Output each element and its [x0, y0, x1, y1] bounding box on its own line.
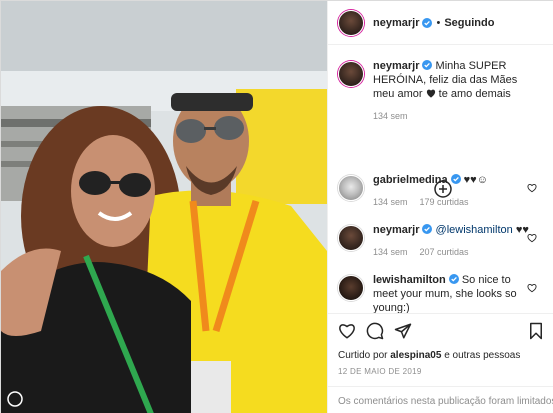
comment-username[interactable]: neymarjr — [373, 224, 419, 236]
comment-body: gabrielmedina ♥♥☺ 134 sem 179 curtidas — [373, 173, 533, 209]
comment-username[interactable]: lewishamilton — [373, 274, 446, 286]
heart-icon[interactable] — [527, 233, 537, 243]
author-avatar[interactable] — [338, 9, 364, 36]
comment-meta: 134 sem 179 curtidas — [373, 195, 533, 209]
comment-likes[interactable]: 179 curtidas — [420, 197, 469, 207]
liked-by-prefix: Curtido por — [338, 350, 388, 361]
comment-item: gabrielmedina ♥♥☺ 134 sem 179 curtidas — [338, 173, 545, 209]
verified-icon — [422, 17, 433, 28]
action-icons — [338, 322, 412, 340]
liked-by: Curtido por alespina05 e outras pessoas — [338, 350, 520, 361]
comment-likes[interactable]: 207 curtidas — [420, 247, 469, 257]
caption-avatar[interactable] — [338, 61, 364, 87]
post-actions: Curtido por alespina05 e outras pessoas … — [328, 313, 553, 413]
comment-time[interactable]: 134 sem — [373, 197, 408, 207]
commenter-avatar[interactable] — [338, 225, 364, 251]
caption-body: neymarjr Minha SUPER HERÓINA, feliz dia … — [373, 59, 533, 123]
share-icon[interactable] — [394, 322, 412, 340]
header-separator: • — [436, 16, 441, 29]
post-date[interactable]: 12 DE MAIO DE 2019 — [338, 367, 422, 376]
post-header: neymarjr • Seguindo — [328, 1, 553, 45]
comment-body: lewishamilton So nice to meet your mum, … — [373, 273, 533, 313]
post-sidebar: neymarjr • Seguindo neymarjr Minha SUPER… — [327, 1, 553, 413]
caption-suffix: te amo demais — [438, 88, 511, 100]
comment-item: neymarjr @lewishamilton ♥♥ 134 sem 207 cu… — [338, 223, 545, 259]
comment-item: lewishamilton So nice to meet your mum, … — [338, 273, 545, 313]
comment-text: ♥♥☺ — [463, 174, 488, 186]
commenter-avatar[interactable] — [338, 175, 364, 201]
verified-icon — [422, 60, 433, 70]
photo-illustration — [1, 1, 327, 413]
comment-mention[interactable]: @lewishamilton — [436, 224, 513, 236]
heart-icon[interactable] — [527, 183, 537, 193]
comment-meta: 134 sem 207 curtidas — [373, 245, 533, 259]
liked-by-suffix[interactable]: e outras pessoas — [444, 350, 520, 361]
commenter-avatar[interactable] — [338, 275, 364, 301]
liked-by-user[interactable]: alespina05 — [390, 350, 441, 361]
heart-icon[interactable] — [338, 322, 356, 340]
caption-time[interactable]: 134 sem — [373, 111, 408, 121]
instagram-post: neymarjr • Seguindo neymarjr Minha SUPER… — [0, 0, 553, 413]
verified-icon — [448, 274, 459, 284]
verified-icon — [450, 174, 461, 184]
caption: neymarjr Minha SUPER HERÓINA, feliz dia … — [338, 59, 545, 123]
caption-meta: 134 sem — [373, 109, 533, 123]
comment-username[interactable]: gabrielmedina — [373, 174, 448, 186]
comments-limited-notice: Os comentários nesta publicação foram li… — [328, 386, 553, 413]
black-heart-icon — [426, 89, 435, 98]
bookmark-icon[interactable] — [527, 322, 545, 340]
heart-icon[interactable] — [527, 283, 537, 293]
comment-icon[interactable] — [366, 322, 384, 340]
following-button[interactable]: Seguindo — [444, 17, 494, 29]
comment-body: neymarjr @lewishamilton ♥♥ 134 sem 207 cu… — [373, 223, 533, 259]
author-username[interactable]: neymarjr — [373, 17, 419, 29]
comments-list[interactable]: neymarjr Minha SUPER HERÓINA, feliz dia … — [328, 45, 553, 313]
comment-time[interactable]: 134 sem — [373, 247, 408, 257]
verified-icon — [422, 224, 433, 234]
caption-username[interactable]: neymarjr — [373, 60, 419, 72]
post-photo[interactable] — [1, 1, 327, 413]
